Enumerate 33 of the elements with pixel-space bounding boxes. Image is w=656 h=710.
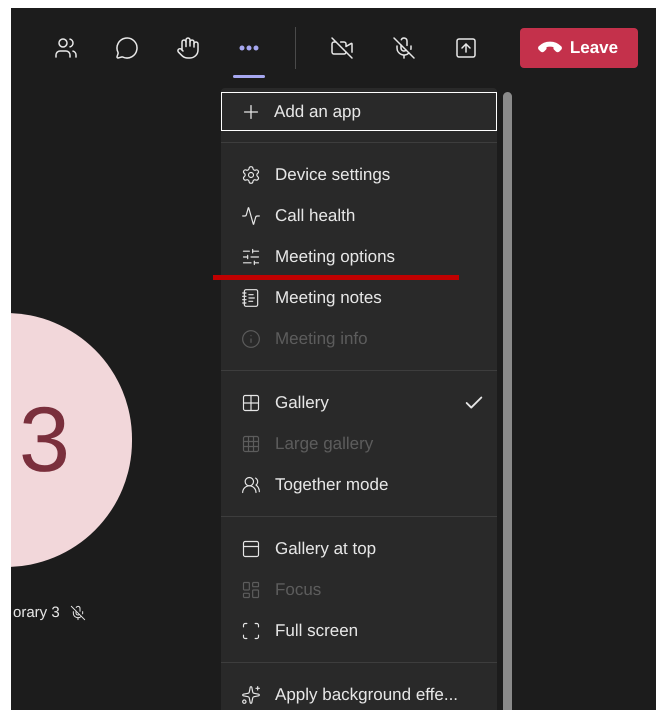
menu-item[interactable]: Full screen: [221, 610, 497, 651]
avatar-initial: 3: [18, 394, 70, 486]
pulse-icon: [241, 206, 261, 226]
menu-item[interactable]: Gallery at top: [221, 528, 497, 569]
participant-name: orary 3: [13, 603, 60, 623]
menu-item[interactable]: Call health: [221, 195, 497, 236]
people-icon: [54, 36, 78, 60]
active-indicator: [233, 75, 265, 78]
chat-icon: [115, 36, 139, 60]
panel-top-icon: [241, 538, 261, 558]
fullscreen-icon: [241, 620, 261, 640]
menu-item[interactable]: Together mode: [221, 464, 497, 505]
menu-item[interactable]: Apply background effe...: [221, 674, 497, 710]
info-icon: [241, 328, 261, 348]
gear-icon: [241, 164, 261, 184]
notepad-icon: [241, 288, 261, 308]
menu-item[interactable]: Device settings: [221, 154, 497, 195]
share-icon: [454, 36, 478, 60]
mic-off-icon: [392, 36, 416, 60]
sliders-icon: [241, 246, 261, 266]
raised-hand-icon: [176, 36, 200, 60]
leave-button[interactable]: Leave: [520, 28, 638, 68]
menu-item[interactable]: Meeting options: [221, 236, 497, 277]
menu-item[interactable]: Gallery: [221, 382, 497, 423]
group-icon: [241, 474, 261, 494]
camera-off-icon: [330, 36, 354, 60]
more-icon: [239, 45, 259, 51]
menu-item[interactable]: Meeting notes: [221, 277, 497, 318]
layout-icon: [241, 580, 261, 600]
add-app-button[interactable]: Add an app: [221, 92, 497, 131]
large-grid-icon: [241, 434, 261, 454]
sparkle-icon: [241, 684, 261, 704]
grid-icon: [241, 392, 261, 412]
